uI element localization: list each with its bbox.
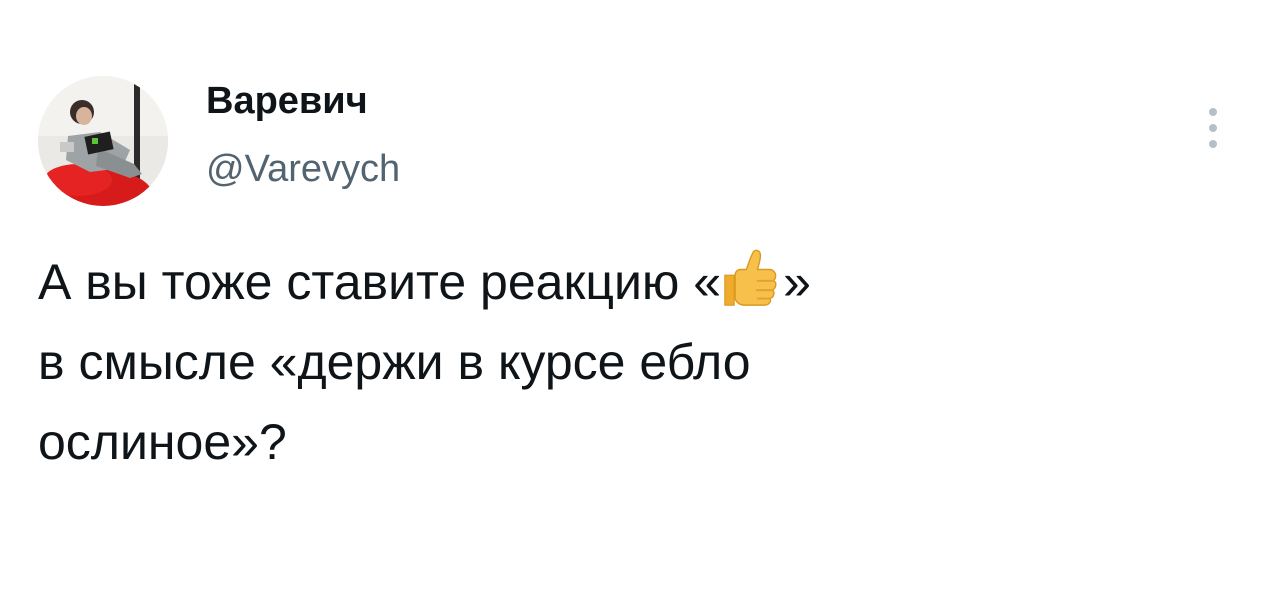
tweet-card: Варевич @Varevych А вы тоже ставите реак… [0,0,1280,608]
avatar-image [38,76,168,206]
tweet-text: А вы тоже ставите реакцию « » в смысле «… [38,242,1158,482]
tweet-line-2: в смысле «держи в курсе ебло [38,334,751,390]
author-handle[interactable]: @Varevych [206,146,400,192]
tweet-text-segment: » [783,254,811,310]
more-dot [1209,124,1217,132]
tweet-line-1: А вы тоже ставите реакцию « » [38,242,1158,322]
avatar[interactable] [38,76,168,206]
more-vertical-icon[interactable] [1198,100,1228,156]
tweet-line-3: ослиное»? [38,414,287,470]
author-display-name[interactable]: Варевич [206,78,368,124]
tweet-text-segment: А вы тоже ставите реакцию « [38,254,722,310]
more-dot [1209,140,1217,148]
thumbs-up-icon [722,247,782,307]
more-dot [1209,108,1217,116]
